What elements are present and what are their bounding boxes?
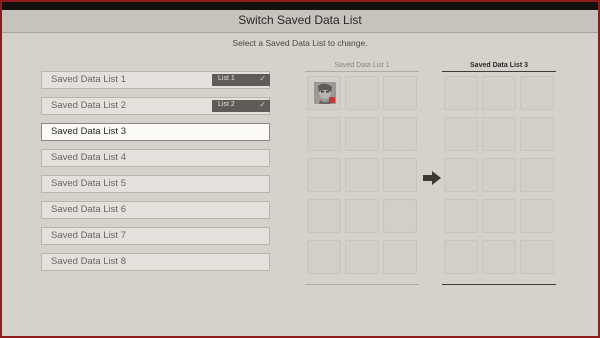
- source-slot[interactable]: [345, 117, 379, 151]
- list-item-label: Saved Data List 2: [51, 100, 126, 111]
- target-slot[interactable]: [520, 240, 554, 274]
- target-slot[interactable]: [482, 240, 516, 274]
- target-panel-title: Saved Data List 3: [470, 62, 528, 69]
- source-slot[interactable]: [345, 199, 379, 233]
- target-slot[interactable]: [444, 240, 478, 274]
- source-slot[interactable]: [383, 76, 417, 110]
- target-panel-bottom-rule: [442, 284, 556, 285]
- character-thumbnail[interactable]: [314, 82, 336, 104]
- source-slot[interactable]: [383, 199, 417, 233]
- check-icon: ✓: [259, 74, 266, 83]
- source-slot[interactable]: [307, 199, 341, 233]
- source-slot[interactable]: [345, 76, 379, 110]
- source-slot[interactable]: [307, 117, 341, 151]
- arrow-right-icon: [423, 171, 441, 185]
- target-slot[interactable]: [482, 76, 516, 110]
- list-item-4[interactable]: Saved Data List 4: [41, 149, 270, 167]
- list-badge: List 2 ✓: [212, 100, 270, 112]
- target-slot[interactable]: [520, 158, 554, 192]
- list-badge: List 1 ✓: [212, 74, 270, 86]
- page-title: Switch Saved Data List: [238, 13, 362, 27]
- target-panel-top-rule: [442, 71, 556, 72]
- list-item-label: Saved Data List 3: [51, 126, 126, 137]
- badge-label: List 2: [218, 101, 235, 108]
- target-slot[interactable]: [444, 76, 478, 110]
- list-item-label: Saved Data List 7: [51, 230, 126, 241]
- source-slot[interactable]: [307, 158, 341, 192]
- target-slot[interactable]: [520, 117, 554, 151]
- list-item-7[interactable]: Saved Data List 7: [41, 227, 270, 245]
- badge-label: List 1: [218, 75, 235, 82]
- screen-frame: Switch Saved Data List Select a Saved Da…: [0, 0, 600, 338]
- list-item-8[interactable]: Saved Data List 8: [41, 253, 270, 271]
- list-item-1[interactable]: Saved Data List 1 List 1 ✓: [41, 71, 270, 89]
- target-slot[interactable]: [482, 158, 516, 192]
- target-slot[interactable]: [520, 199, 554, 233]
- target-slot[interactable]: [444, 117, 478, 151]
- target-slot[interactable]: [444, 199, 478, 233]
- list-item-2[interactable]: Saved Data List 2 List 2 ✓: [41, 97, 270, 115]
- source-slot[interactable]: [383, 117, 417, 151]
- target-slot[interactable]: [520, 76, 554, 110]
- source-slot[interactable]: [383, 158, 417, 192]
- header-bar: Switch Saved Data List: [2, 10, 598, 33]
- list-item-label: Saved Data List 6: [51, 204, 126, 215]
- source-panel-bottom-rule: [305, 284, 419, 285]
- source-slot[interactable]: [345, 240, 379, 274]
- source-slot[interactable]: [307, 240, 341, 274]
- top-band: [2, 2, 598, 10]
- list-item-label: Saved Data List 8: [51, 256, 126, 267]
- list-item-label: Saved Data List 4: [51, 152, 126, 163]
- source-slot[interactable]: [345, 158, 379, 192]
- target-slot[interactable]: [482, 117, 516, 151]
- target-slot[interactable]: [444, 158, 478, 192]
- list-item-label: Saved Data List 5: [51, 178, 126, 189]
- list-item-3[interactable]: Saved Data List 3: [41, 123, 270, 141]
- source-panel-title: Saved Data List 1: [334, 62, 390, 69]
- instruction-text: Select a Saved Data List to change.: [232, 38, 368, 48]
- list-item-label: Saved Data List 1: [51, 74, 126, 85]
- check-icon: ✓: [259, 100, 266, 109]
- source-slot[interactable]: [383, 240, 417, 274]
- list-item-5[interactable]: Saved Data List 5: [41, 175, 270, 193]
- source-panel-top-rule: [305, 71, 419, 72]
- list-item-6[interactable]: Saved Data List 6: [41, 201, 270, 219]
- target-slot[interactable]: [482, 199, 516, 233]
